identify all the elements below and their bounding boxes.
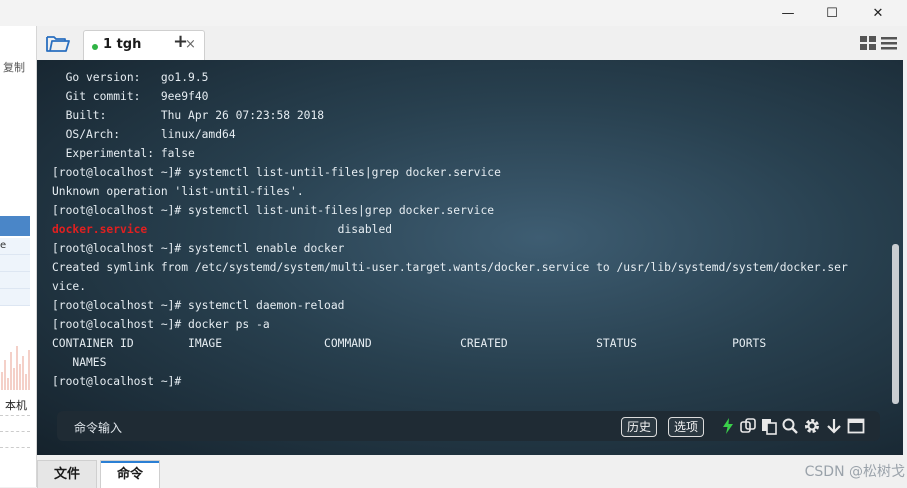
- terminal-line: [root@localhost ~]# systemctl daemon-rel…: [52, 296, 848, 315]
- terminal-line: Experimental: false: [52, 144, 848, 163]
- left-list: e: [0, 238, 30, 306]
- maximize-icon: ☐: [826, 5, 838, 21]
- terminal-text: Unknown operation 'list-until-files'.: [52, 185, 304, 198]
- minimize-icon: —: [781, 5, 795, 21]
- terminal-line: Git commit: 9ee9f40: [52, 87, 848, 106]
- close-icon: ✕: [872, 5, 884, 21]
- network-chart: [1, 346, 30, 390]
- list-item[interactable]: [0, 289, 30, 306]
- paste-icon[interactable]: [760, 417, 778, 435]
- scrollbar-thumb[interactable]: [892, 244, 899, 404]
- command-input-bar[interactable]: 命令输入 历史 选项: [57, 411, 880, 441]
- highlighted-text: docker.service: [52, 223, 148, 236]
- session-tabbar: 1 tgh × +: [37, 26, 907, 61]
- terminal-text: OS/Arch: linux/amd64: [52, 128, 236, 141]
- bottom-tabbar: 文件 命令: [37, 457, 907, 488]
- terminal-line: docker.service disabled: [52, 220, 848, 239]
- search-icon[interactable]: [781, 417, 799, 435]
- terminal-line: [root@localhost ~]# systemctl list-until…: [52, 163, 848, 182]
- lightning-icon[interactable]: [719, 417, 737, 435]
- terminal-output[interactable]: Go version: go1.9.5 Git commit: 9ee9f40 …: [52, 68, 848, 391]
- terminal-text: NAMES: [52, 356, 107, 369]
- gear-icon[interactable]: [803, 417, 821, 435]
- tab-commands[interactable]: 命令: [100, 460, 160, 488]
- terminal-line: [root@localhost ~]#: [52, 372, 848, 391]
- terminal-text: Go version: go1.9.5: [52, 71, 209, 84]
- terminal-line: Unknown operation 'list-until-files'.: [52, 182, 848, 201]
- list-item[interactable]: [0, 272, 30, 289]
- close-button[interactable]: ✕: [855, 0, 901, 26]
- divider: [0, 447, 30, 448]
- link-icon[interactable]: [739, 417, 757, 435]
- copy-label[interactable]: 复制: [3, 59, 25, 75]
- maximize-button[interactable]: ☐: [809, 0, 855, 26]
- terminal-text: [root@localhost ~]# systemctl daemon-rel…: [52, 299, 345, 312]
- terminal-text: disabled: [147, 223, 393, 236]
- terminal-line: [root@localhost ~]# docker ps -a: [52, 315, 848, 334]
- minimize-button[interactable]: —: [765, 0, 811, 26]
- terminal-line: Go version: go1.9.5: [52, 68, 848, 87]
- command-input-label[interactable]: 命令输入: [74, 419, 122, 436]
- connected-status-icon: [92, 44, 98, 50]
- terminal-area[interactable]: Go version: go1.9.5 Git commit: 9ee9f40 …: [37, 60, 903, 455]
- arrow-down-icon[interactable]: [825, 417, 843, 435]
- folder-icon[interactable]: [45, 32, 71, 54]
- terminal-line: CONTAINER ID IMAGE COMMAND CREATED STATU…: [52, 334, 848, 353]
- terminal-line: vice.: [52, 277, 848, 296]
- list-item[interactable]: e: [0, 238, 30, 255]
- window-titlebar: — ☐ ✕: [0, 0, 907, 26]
- terminal-scrollbar[interactable]: [890, 100, 900, 405]
- terminal-text: [root@localhost ~]# systemctl list-unit-…: [52, 204, 495, 217]
- terminal-text: [root@localhost ~]#: [52, 375, 189, 388]
- divider: [0, 415, 30, 416]
- tab-label: 1 tgh: [103, 37, 142, 52]
- list-item[interactable]: [0, 255, 30, 272]
- options-button[interactable]: 选项: [668, 417, 705, 437]
- left-panel: 复制 e 本机: [0, 26, 37, 487]
- terminal-text: Experimental: false: [52, 147, 195, 160]
- tab-files[interactable]: 文件: [37, 460, 97, 488]
- terminal-text: [root@localhost ~]# docker ps -a: [52, 318, 270, 331]
- terminal-line: Created symlink from /etc/systemd/system…: [52, 258, 848, 277]
- local-label[interactable]: 本机: [5, 397, 27, 413]
- divider: [0, 431, 30, 432]
- grid-view-icon[interactable]: [860, 36, 876, 50]
- history-button[interactable]: 历史: [621, 417, 658, 437]
- terminal-text: vice.: [52, 280, 87, 293]
- terminal-line: OS/Arch: linux/amd64: [52, 125, 848, 144]
- terminal-line: [root@localhost ~]# systemctl list-unit-…: [52, 201, 848, 220]
- menu-icon[interactable]: [881, 36, 897, 50]
- watermark: CSDN @松树戈: [804, 464, 905, 480]
- window-icon[interactable]: [847, 417, 865, 435]
- add-tab-button[interactable]: +: [173, 31, 188, 52]
- selected-row[interactable]: [0, 216, 30, 236]
- terminal-text: Git commit: 9ee9f40: [52, 90, 209, 103]
- terminal-line: [root@localhost ~]# systemctl enable doc…: [52, 239, 848, 258]
- terminal-text: CONTAINER ID IMAGE COMMAND CREATED STATU…: [52, 337, 767, 350]
- right-edge: [903, 60, 907, 455]
- terminal-text: [root@localhost ~]# systemctl enable doc…: [52, 242, 345, 255]
- terminal-text: [root@localhost ~]# systemctl list-until…: [52, 166, 501, 179]
- terminal-text: Created symlink from /etc/systemd/system…: [52, 261, 848, 274]
- terminal-line: Built: Thu Apr 26 07:23:58 2018: [52, 106, 848, 125]
- terminal-text: Built: Thu Apr 26 07:23:58 2018: [52, 109, 325, 122]
- terminal-line: NAMES: [52, 353, 848, 372]
